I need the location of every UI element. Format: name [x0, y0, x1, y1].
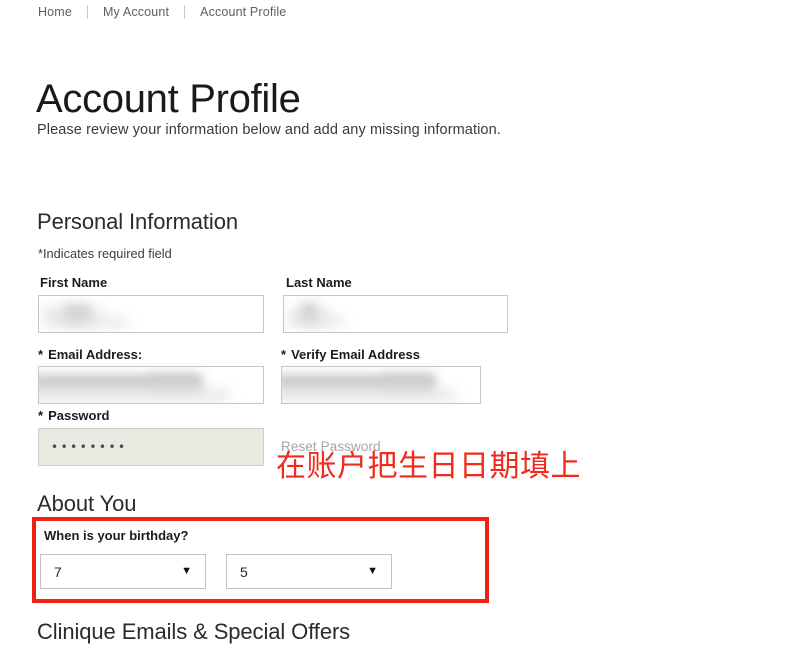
- section-heading-clinique-emails-special-offers: Clinique Emails & Special Offers: [37, 619, 351, 644]
- birthday-day-value: 5: [240, 563, 248, 580]
- required-marker: *: [38, 347, 44, 362]
- breadcrumb: Home My Account Account Profile: [38, 5, 286, 19]
- password-input[interactable]: ••••••••: [38, 428, 264, 466]
- breadcrumb-item-account-profile[interactable]: Account Profile: [200, 5, 286, 19]
- breadcrumb-item-home[interactable]: Home: [38, 5, 72, 19]
- label-verify-email-address-text: Verify Email Address: [291, 347, 420, 362]
- label-email-address: * Email Address:: [38, 347, 142, 362]
- breadcrumb-separator: [86, 5, 88, 19]
- email-address-input[interactable]: [38, 366, 264, 404]
- required-marker: *: [38, 408, 44, 423]
- label-password: * Password: [38, 408, 109, 423]
- redacted-content: [39, 367, 263, 403]
- annotation-instruction-text: 在账户把生日日期填上: [276, 449, 581, 484]
- redacted-content: [284, 296, 507, 332]
- birthday-month-value: 7: [54, 563, 62, 580]
- birthday-day-select[interactable]: 5 ▼: [226, 554, 392, 589]
- first-name-input[interactable]: [38, 295, 264, 333]
- verify-email-address-input[interactable]: [281, 366, 481, 404]
- label-last-name: Last Name: [286, 275, 352, 290]
- chevron-down-icon: ▼: [367, 565, 378, 577]
- redacted-content: [282, 367, 480, 403]
- label-password-text: Password: [48, 408, 110, 423]
- label-verify-email-address: * Verify Email Address: [281, 347, 420, 362]
- chevron-down-icon: ▼: [181, 565, 192, 577]
- required-field-note: *Indicates required field: [38, 246, 172, 261]
- last-name-input[interactable]: [283, 295, 508, 333]
- label-email-address-text: Email Address:: [48, 347, 143, 362]
- required-marker: *: [281, 347, 287, 362]
- birthday-month-select[interactable]: 7 ▼: [40, 554, 206, 589]
- breadcrumb-separator: [184, 5, 186, 19]
- redacted-content: [39, 296, 263, 332]
- section-heading-personal-information: Personal Information: [37, 209, 238, 234]
- label-first-name: First Name: [40, 275, 108, 290]
- label-birthday-question: When is your birthday?: [44, 528, 189, 543]
- breadcrumb-item-my-account[interactable]: My Account: [103, 5, 169, 19]
- section-heading-about-you: About You: [37, 491, 137, 516]
- page-subtitle: Please review your information below and…: [37, 122, 501, 138]
- password-masked-value: ••••••••: [51, 440, 128, 454]
- page-title: Account Profile: [36, 76, 301, 121]
